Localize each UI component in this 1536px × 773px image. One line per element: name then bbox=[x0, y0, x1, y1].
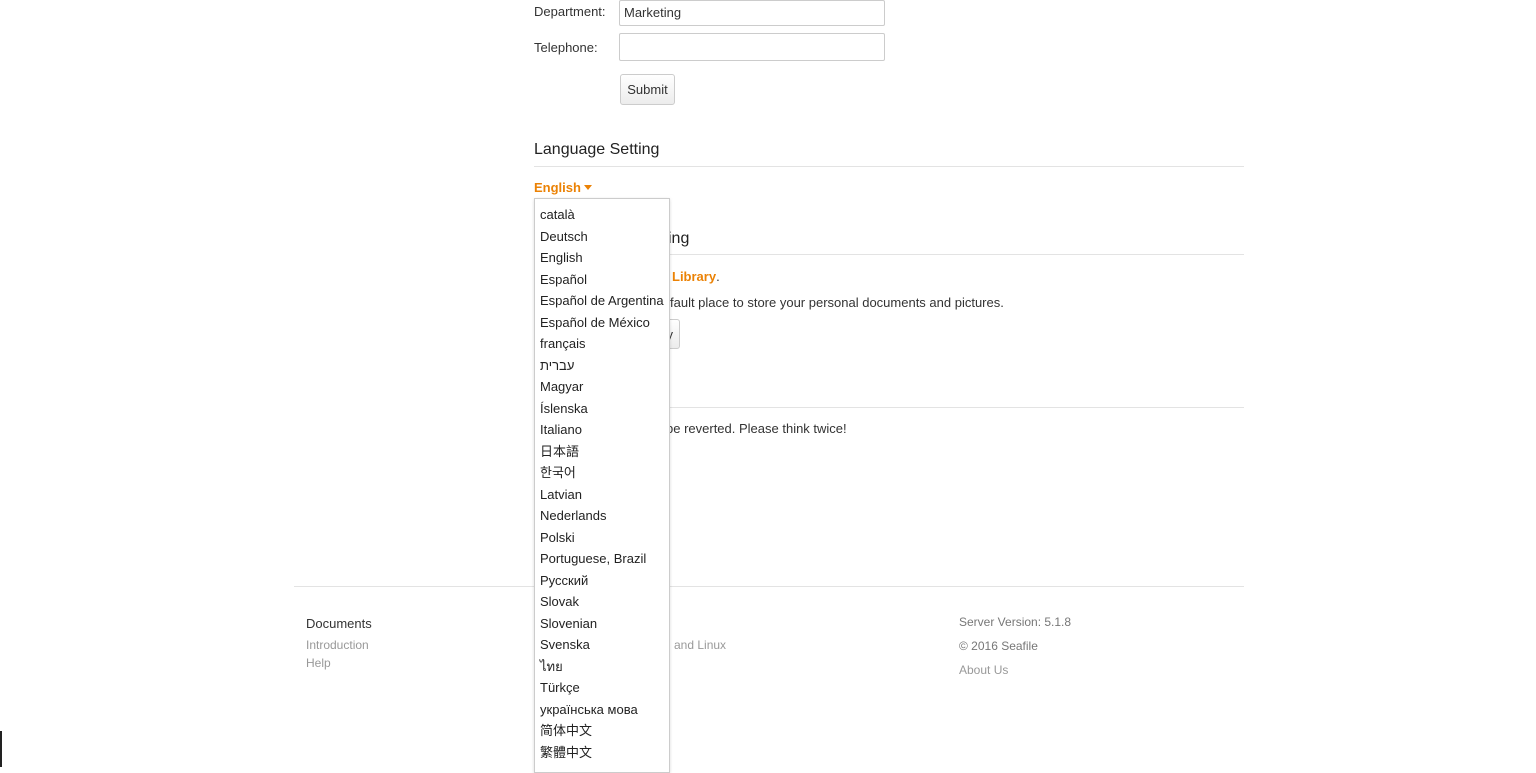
footer-clients-link[interactable]: and Linux bbox=[674, 638, 726, 652]
language-option[interactable]: Italiano bbox=[535, 419, 669, 441]
language-list: català Deutsch English Español Español de Ar… bbox=[535, 199, 669, 763]
language-dropdown-toggle[interactable]: English bbox=[534, 180, 592, 195]
language-option[interactable]: 日本語 bbox=[535, 441, 669, 463]
language-option[interactable]: Русский bbox=[535, 570, 669, 592]
section-title-partial: ing bbox=[668, 230, 690, 247]
language-option[interactable]: català bbox=[535, 204, 669, 226]
language-option[interactable]: Svenska bbox=[535, 634, 669, 656]
link-suffix: . bbox=[716, 269, 720, 284]
telephone-input[interactable] bbox=[619, 33, 885, 61]
language-option[interactable]: українська мова bbox=[535, 699, 669, 721]
caret-down-icon bbox=[583, 185, 592, 190]
language-option[interactable]: Íslenska bbox=[535, 398, 669, 420]
delete-warning: be reverted. Please think twice! bbox=[666, 421, 847, 436]
department-input[interactable]: Marketing bbox=[619, 0, 885, 26]
language-option[interactable]: English bbox=[535, 247, 669, 269]
language-option[interactable]: Nederlands bbox=[535, 505, 669, 527]
current-language: English bbox=[534, 180, 581, 195]
language-option[interactable]: Español bbox=[535, 269, 669, 291]
language-option[interactable]: 한국어 bbox=[535, 462, 669, 484]
language-option[interactable]: Slovak bbox=[535, 591, 669, 613]
language-option[interactable]: Magyar bbox=[535, 376, 669, 398]
about-us-link[interactable]: About Us bbox=[959, 663, 1008, 677]
footer-divider bbox=[294, 586, 1244, 587]
language-option[interactable]: Türkçe bbox=[535, 677, 669, 699]
language-option[interactable]: Portuguese, Brazil bbox=[535, 548, 669, 570]
footer-link-introduction[interactable]: Introduction bbox=[306, 638, 369, 652]
department-label: Department: bbox=[534, 4, 606, 19]
server-version: Server Version: 5.1.8 bbox=[959, 615, 1072, 629]
language-option[interactable]: Deutsch bbox=[535, 226, 669, 248]
language-setting-title: Language Setting bbox=[534, 141, 660, 158]
library-link[interactable]: Library bbox=[672, 269, 716, 284]
language-option[interactable]: français bbox=[535, 333, 669, 355]
language-option[interactable]: 繁體中文 bbox=[535, 742, 669, 764]
language-option[interactable]: Español de México bbox=[535, 312, 669, 334]
library-description: fault place to store your personal docum… bbox=[670, 295, 1004, 310]
cursor-bar bbox=[0, 731, 2, 767]
divider bbox=[534, 166, 1244, 167]
footer-documents-title: Documents bbox=[306, 616, 372, 631]
copyright: © 2016 Seafile bbox=[959, 639, 1038, 653]
telephone-label: Telephone: bbox=[534, 40, 598, 55]
library-link-line: Library. bbox=[672, 269, 720, 284]
language-option[interactable]: Polski bbox=[535, 527, 669, 549]
language-option[interactable]: Slovenian bbox=[535, 613, 669, 635]
submit-button[interactable]: Submit bbox=[620, 74, 675, 105]
language-option[interactable]: 简体中文 bbox=[535, 720, 669, 742]
footer-link-help[interactable]: Help bbox=[306, 656, 331, 670]
language-option[interactable]: ไทย bbox=[535, 656, 669, 678]
language-option[interactable]: Latvian bbox=[535, 484, 669, 506]
language-menu: català Deutsch English Español Español de Ar… bbox=[534, 198, 670, 773]
language-option[interactable]: Español de Argentina bbox=[535, 290, 669, 312]
language-option[interactable]: עברית bbox=[535, 355, 669, 377]
